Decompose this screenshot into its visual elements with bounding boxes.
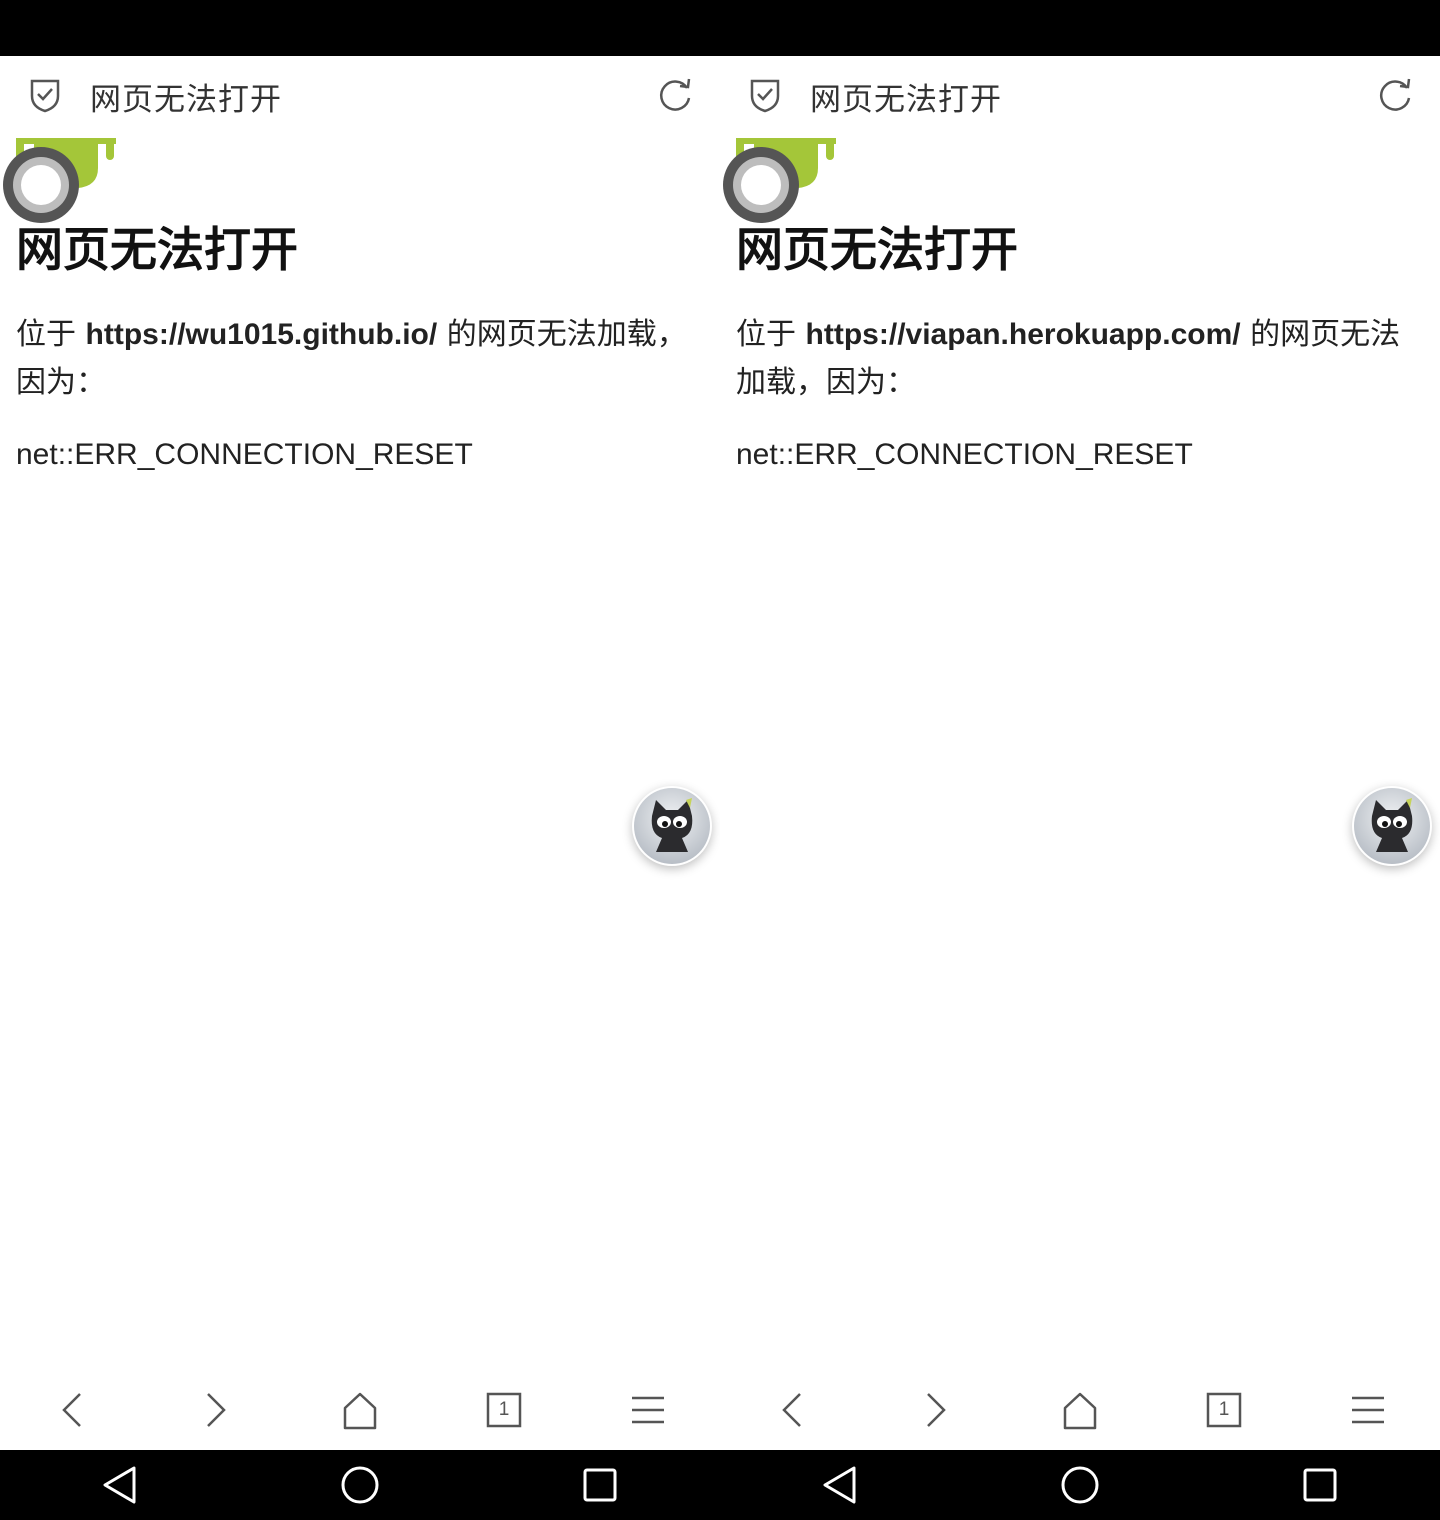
error-title: 网页无法打开 (736, 223, 1018, 278)
home-icon[interactable] (1050, 1380, 1110, 1440)
error-code: net::ERR_CONNECTION_RESET (16, 438, 473, 471)
menu-icon[interactable] (618, 1380, 678, 1440)
chevron-left-icon[interactable] (762, 1380, 822, 1440)
chevron-left-icon[interactable] (42, 1380, 102, 1440)
menu-icon[interactable] (1338, 1380, 1398, 1440)
error-description: 位于 https://viapan.herokuapp.com/ 的网页无法加载… (736, 311, 1426, 407)
tab-title: 网页无法打开 (810, 82, 1002, 118)
chevron-right-icon[interactable] (906, 1380, 966, 1440)
browser-window-right: 网页无法打开 网页无法打开 位于 https://viapan.herokuap… (720, 56, 1440, 1450)
refresh-icon[interactable] (654, 74, 696, 116)
tabs-button[interactable]: 1 (1194, 1380, 1254, 1440)
tabs-button[interactable]: 1 (474, 1380, 534, 1440)
tab-title: 网页无法打开 (90, 82, 282, 118)
tab-count: 1 (1218, 1399, 1230, 1420)
error-title: 网页无法打开 (16, 223, 298, 278)
address-bar[interactable]: 网页无法打开 (0, 56, 720, 136)
failed-url: https://viapan.herokuapp.com/ (805, 318, 1241, 351)
shield-check-icon[interactable] (28, 76, 62, 114)
nav-back-icon[interactable] (817, 1462, 863, 1508)
nav-recents-icon[interactable] (1297, 1462, 1343, 1508)
tab-count: 1 (498, 1399, 510, 1420)
address-bar[interactable]: 网页无法打开 (720, 56, 1440, 136)
chevron-right-icon[interactable] (186, 1380, 246, 1440)
nav-recents-icon[interactable] (577, 1462, 623, 1508)
status-bar (0, 0, 1440, 56)
floating-cat-avatar-button[interactable] (632, 786, 712, 866)
floating-cat-avatar-button[interactable] (1352, 786, 1432, 866)
system-navigation-bar (0, 1450, 1440, 1520)
home-icon[interactable] (330, 1380, 390, 1440)
error-description: 位于 https://wu1015.github.io/ 的网页无法加载，因为： (16, 311, 706, 407)
nav-back-icon[interactable] (97, 1462, 143, 1508)
desc-prefix: 位于 (16, 317, 86, 352)
browser-window-left: 网页无法打开 网页无法打开 位于 https://wu1015.github.i… (0, 56, 720, 1450)
shield-check-icon[interactable] (748, 76, 782, 114)
nav-home-icon[interactable] (1057, 1462, 1103, 1508)
error-code: net::ERR_CONNECTION_RESET (736, 438, 1193, 471)
failed-url: https://wu1015.github.io/ (85, 318, 438, 351)
bottom-toolbar: 1 (0, 1370, 720, 1450)
bottom-toolbar: 1 (720, 1370, 1440, 1450)
nav-home-icon[interactable] (337, 1462, 383, 1508)
refresh-icon[interactable] (1374, 74, 1416, 116)
desc-prefix: 位于 (736, 317, 806, 352)
